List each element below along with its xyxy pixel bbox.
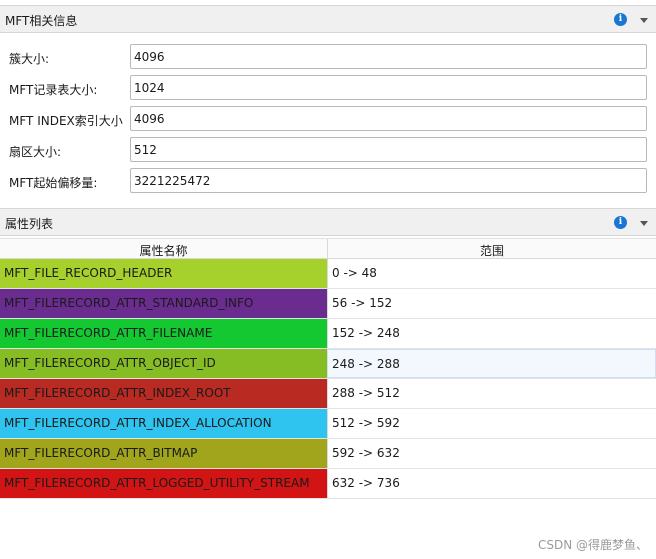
table-header: 属性名称 范围: [0, 238, 656, 259]
column-header-name[interactable]: 属性名称: [0, 242, 327, 259]
attr-name-cell: MFT_FILERECORD_ATTR_INDEX_ROOT: [0, 379, 327, 408]
attr-range-cell: 0 -> 48: [327, 259, 656, 288]
attr-name-cell: MFT_FILERECORD_ATTR_FILENAME: [0, 319, 327, 348]
mft-index-size-field[interactable]: [130, 106, 647, 131]
attr-range-cell: 288 -> 512: [327, 379, 656, 408]
attr-name-cell: MFT_FILERECORD_ATTR_OBJECT_ID: [0, 349, 327, 378]
attr-range-cell: 248 -> 288: [327, 349, 656, 378]
mft-index-size-label: MFT INDEX索引大小: [9, 114, 123, 128]
attr-list-title: 属性列表: [5, 217, 54, 231]
attr-range-cell: 592 -> 632: [327, 439, 656, 468]
mft-record-size-field[interactable]: [130, 75, 647, 100]
attr-name-cell: MFT_FILERECORD_ATTR_BITMAP: [0, 439, 327, 468]
sector-size-field[interactable]: [130, 137, 647, 162]
table-row[interactable]: MFT_FILERECORD_ATTR_INDEX_ALLOCATION 512…: [0, 409, 656, 439]
attr-name-cell: MFT_FILERECORD_ATTR_LOGGED_UTILITY_STREA…: [0, 469, 327, 498]
mft-info-header: MFT相关信息 i: [0, 5, 656, 33]
info-icon[interactable]: i: [614, 216, 627, 229]
cluster-size-field[interactable]: [130, 44, 647, 69]
table-row[interactable]: MFT_FILERECORD_ATTR_LOGGED_UTILITY_STREA…: [0, 469, 656, 499]
attr-range-cell: 56 -> 152: [327, 289, 656, 318]
column-header-range[interactable]: 范围: [328, 242, 656, 259]
mft-start-offset-field[interactable]: [130, 168, 647, 193]
attr-range-cell: 512 -> 592: [327, 409, 656, 438]
attr-name-cell: MFT_FILERECORD_ATTR_INDEX_ALLOCATION: [0, 409, 327, 438]
mft-record-size-label: MFT记录表大小:: [9, 83, 98, 97]
attr-range-cell: 632 -> 736: [327, 469, 656, 498]
table-row[interactable]: MFT_FILERECORD_ATTR_BITMAP 592 -> 632: [0, 439, 656, 469]
chevron-down-icon[interactable]: [640, 221, 648, 226]
table-row[interactable]: MFT_FILE_RECORD_HEADER 0 -> 48: [0, 259, 656, 289]
mft-start-offset-label: MFT起始偏移量:: [9, 176, 98, 190]
chevron-down-icon[interactable]: [640, 18, 648, 23]
table-row[interactable]: MFT_FILERECORD_ATTR_INDEX_ROOT 288 -> 51…: [0, 379, 656, 409]
attr-name-cell: MFT_FILE_RECORD_HEADER: [0, 259, 327, 288]
table-body: MFT_FILE_RECORD_HEADER 0 -> 48 MFT_FILER…: [0, 259, 656, 499]
attr-list-header: 属性列表 i: [0, 208, 656, 236]
watermark: CSDN @得鹿梦鱼、: [537, 538, 648, 552]
info-icon[interactable]: i: [614, 13, 627, 26]
sector-size-label: 扇区大小:: [9, 145, 62, 159]
table-row[interactable]: MFT_FILERECORD_ATTR_FILENAME 152 -> 248: [0, 319, 656, 349]
attr-table: 属性名称 范围 MFT_FILE_RECORD_HEADER 0 -> 48 M…: [0, 238, 656, 499]
table-row[interactable]: MFT_FILERECORD_ATTR_STANDARD_INFO 56 -> …: [0, 289, 656, 319]
cluster-size-label: 簇大小:: [9, 52, 50, 66]
attr-range-cell: 152 -> 248: [327, 319, 656, 348]
mft-info-title: MFT相关信息: [5, 14, 78, 28]
table-row[interactable]: MFT_FILERECORD_ATTR_OBJECT_ID 248 -> 288: [0, 349, 656, 379]
attr-name-cell: MFT_FILERECORD_ATTR_STANDARD_INFO: [0, 289, 327, 318]
